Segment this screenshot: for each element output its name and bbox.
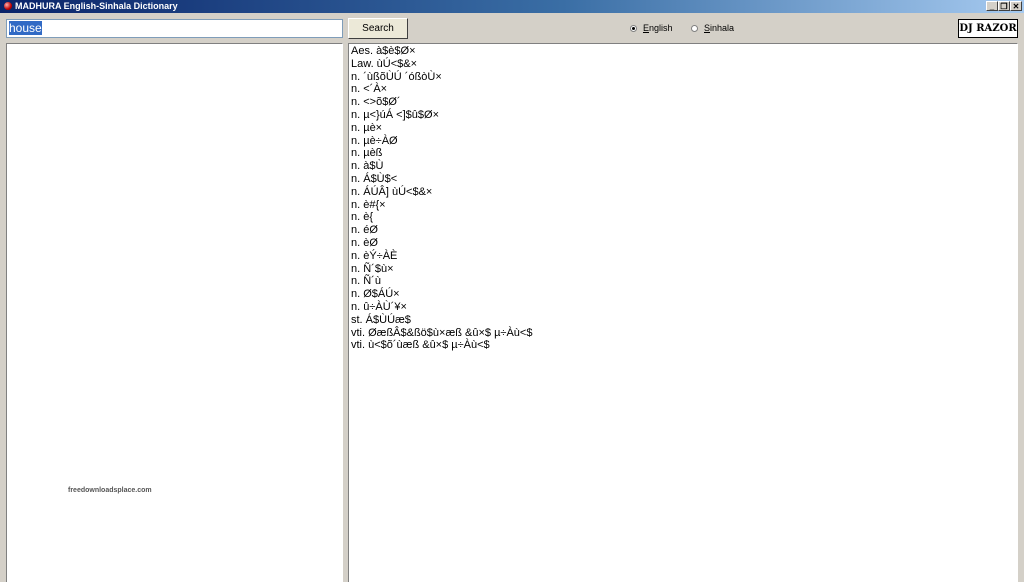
definition-line: n. ´ùßõÙÚ ´óßòÙ× — [351, 70, 442, 83]
definition-line: n. è#{× — [351, 198, 386, 211]
definition-line: n. ÁÚÂ] ùÚ<$&× — [351, 185, 433, 198]
word-list-pane[interactable] — [6, 43, 343, 582]
definition-pane[interactable]: Aes. à$è$Ø× Law. ùÚ<$&× n. ´ùßõÙÚ ´óßòÙ× n.… — [348, 43, 1018, 582]
radio-sinhala-indicator[interactable] — [691, 24, 698, 32]
radio-english[interactable]: English — [630, 22, 673, 34]
definition-line: n. Ø$ÁÚ× — [351, 288, 400, 301]
window-title: MADHURA English-Sinhala Dictionary — [15, 1, 178, 11]
brand-label: DJ RAZOR — [958, 19, 1018, 38]
definition-line: n. <>õ$Ø´ — [351, 96, 401, 109]
definition-line: n. à$Ù — [351, 160, 384, 173]
definition-line: st. Á$ÙÚæ$ — [351, 313, 411, 326]
definition-list: Aes. à$è$Ø× Law. ùÚ<$&× n. ´ùßõÙÚ ´óßòÙ× n.… — [351, 45, 1017, 352]
definition-line: n. µè÷ÀØ — [351, 134, 398, 147]
definition-line: n. µèß — [351, 147, 383, 160]
search-query-text: house — [9, 21, 42, 35]
radio-english-indicator[interactable] — [630, 24, 637, 32]
search-button[interactable]: Search — [348, 18, 408, 39]
definition-line: n. µ<}úÁ <]$û$Ø× — [351, 108, 439, 121]
definition-line: Law. ùÚ<$&× — [351, 57, 418, 70]
watermark-text: freedownloadsplace.com — [68, 487, 152, 494]
definition-line: vti. ù<$õ´ùæß &û×$ µ÷Àù<$ — [351, 339, 490, 352]
definition-line: n. èØ — [351, 236, 378, 249]
minimize-button[interactable]: _ — [986, 1, 998, 11]
definition-line: n. û÷ÀÙ´¥× — [351, 300, 407, 313]
definition-line: n. éØ — [351, 224, 378, 237]
restore-button[interactable]: ❐ — [998, 1, 1010, 11]
definition-line: n. <´À× — [351, 83, 388, 96]
radio-sinhala[interactable]: Sinhala — [691, 22, 734, 34]
definition-line: n. Á$Ù$< — [351, 172, 398, 185]
radio-sinhala-label: Sinhala — [704, 23, 735, 33]
definition-line: n. èÝ÷ÀÈ — [351, 249, 398, 262]
definition-line: n. è{ — [351, 211, 374, 224]
title-bar[interactable]: MADHURA English-Sinhala Dictionary _ ❐ ✕ — [0, 0, 1024, 13]
definition-line: Aes. à$è$Ø× — [351, 45, 416, 57]
app-icon — [4, 2, 12, 10]
close-button[interactable]: ✕ — [1010, 1, 1022, 11]
definition-line: vti. ØæßÂ$&ßö$ù×æß &û×$ µ÷Àù<$ — [351, 326, 533, 339]
definition-line: n. µè× — [351, 121, 383, 134]
definition-line: n. Ñ´ù — [351, 275, 381, 288]
search-input[interactable]: house — [6, 19, 343, 38]
radio-english-label: English — [643, 23, 673, 33]
definition-line: n. Ñ´$ù× — [351, 262, 394, 275]
